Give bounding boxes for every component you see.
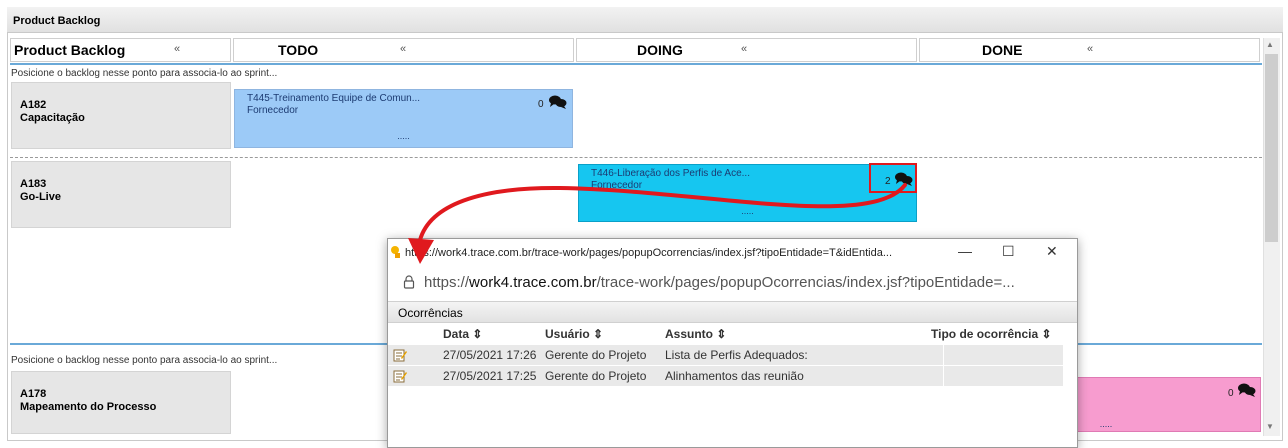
table-row[interactable]: 27/05/2021 17:25 Gerente do Projeto Alin… [388,366,1063,386]
task-owner: Fornecedor [247,105,299,116]
address-prefix: https:// [424,274,470,291]
comments-icon[interactable] [1238,383,1256,401]
header-label: Assunto [665,327,713,341]
row-user: Gerente do Projeto [545,369,647,383]
collapse-icon[interactable]: « [741,43,747,55]
comments-icon[interactable] [549,95,567,113]
highlight-box [869,163,917,193]
scroll-up-icon[interactable]: ▲ [1266,40,1274,49]
address-path: /trace-work/pages/popupOcorrencias/index… [596,274,1015,291]
occurrences-popup-window: https://work4.trace.com.br/trace-work/pa… [387,238,1078,448]
header-label: Data [443,327,470,341]
lock-icon [403,275,415,293]
sort-icon[interactable]: ⇕ [1041,327,1051,341]
comment-count: 0 [538,99,544,110]
backlog-code: A178 [20,388,47,400]
collapse-icon[interactable]: « [400,43,406,55]
column-label: DONE [982,42,1023,58]
task-card-t445[interactable]: T445-Treinamento Equipe de Comun... Forn… [234,89,573,148]
popup-title-url: https://work4.trace.com.br/trace-work/pa… [405,247,892,259]
sort-icon[interactable]: ⇕ [716,327,726,341]
column-header-doing: DOING « [576,38,917,62]
cell-divider [943,345,944,387]
address-host: work4.trace.com.br [469,274,597,291]
row-date: 27/05/2021 17:25 [443,369,537,383]
column-header-usuario[interactable]: Usuário ⇕ [545,327,603,341]
backlog-item-a182[interactable]: A182 Capacitação [11,82,231,149]
header-label: Tipo de ocorrência [931,327,1039,341]
popup-titlebar[interactable]: https://work4.trace.com.br/trace-work/pa… [388,239,1077,267]
address-bar[interactable]: https://work4.trace.com.br/trace-work/pa… [388,267,1077,299]
edit-note-icon[interactable] [393,348,407,365]
task-title: T446-Liberação dos Perfis de Ace... [591,168,750,179]
backlog-name: Mapeamento do Processo [20,401,157,413]
task-card-t446[interactable]: T446-Liberação dos Perfis de Ace... Forn… [578,164,917,222]
panel-title: Product Backlog [7,7,1283,33]
column-header-done: DONE « [919,38,1260,62]
column-header-todo: TODO « [233,38,574,62]
comment-count: 0 [1228,388,1234,399]
drop-hint[interactable]: Posicione o backlog nesse ponto para ass… [11,355,277,366]
task-card-pink[interactable]: ..... 0 [1075,377,1261,432]
address-url: https://work4.trace.com.br/trace-work/pa… [424,274,1015,291]
column-header-data[interactable]: Data ⇕ [443,327,482,341]
backlog-code: A183 [20,178,47,190]
edit-note-icon[interactable] [393,369,407,386]
column-header-assunto[interactable]: Assunto ⇕ [665,327,726,341]
task-dots: ..... [741,206,754,216]
scroll-down-icon[interactable]: ▼ [1266,422,1274,431]
backlog-name: Go-Live [20,191,61,203]
section-header: Ocorrências [388,301,1077,323]
drop-hint[interactable]: Posicione o backlog nesse ponto para ass… [11,68,277,79]
maximize-button[interactable]: ☐ [1002,243,1015,260]
row-date: 27/05/2021 17:26 [443,348,537,362]
row-subject: Alinhamentos das reunião [665,369,804,383]
row-user: Gerente do Projeto [545,348,647,362]
minimize-button[interactable]: — [958,243,972,259]
collapse-icon[interactable]: « [1087,43,1093,55]
sprint-divider [10,63,1262,65]
task-owner: Fornecedor [591,180,643,191]
column-label: Product Backlog [14,42,126,58]
column-header-product-backlog: Product Backlog « [10,38,231,62]
sort-icon[interactable]: ⇕ [472,327,482,341]
close-button[interactable]: ✕ [1046,243,1058,260]
backlog-item-a178[interactable]: A178 Mapeamento do Processo [11,371,231,434]
column-header-tipo[interactable]: Tipo de ocorrência ⇕ [931,327,1052,341]
column-label: DOING [637,42,683,58]
column-label: TODO [278,42,319,58]
table-row[interactable]: 27/05/2021 17:26 Gerente do Projeto List… [388,345,1063,365]
sort-icon[interactable]: ⇕ [593,327,603,341]
collapse-icon[interactable]: « [174,43,180,55]
task-dots: ..... [397,131,410,141]
backlog-item-a183[interactable]: A183 Go-Live [11,161,231,228]
row-subject: Lista de Perfis Adequados: [665,348,808,362]
task-title: T445-Treinamento Equipe de Comun... [247,93,421,104]
header-label: Usuário [545,327,590,341]
backlog-name: Capacitação [20,112,85,124]
site-favicon-icon [390,245,402,262]
row-divider [10,157,1262,158]
scrollbar-thumb[interactable] [1265,54,1278,242]
backlog-code: A182 [20,99,47,111]
